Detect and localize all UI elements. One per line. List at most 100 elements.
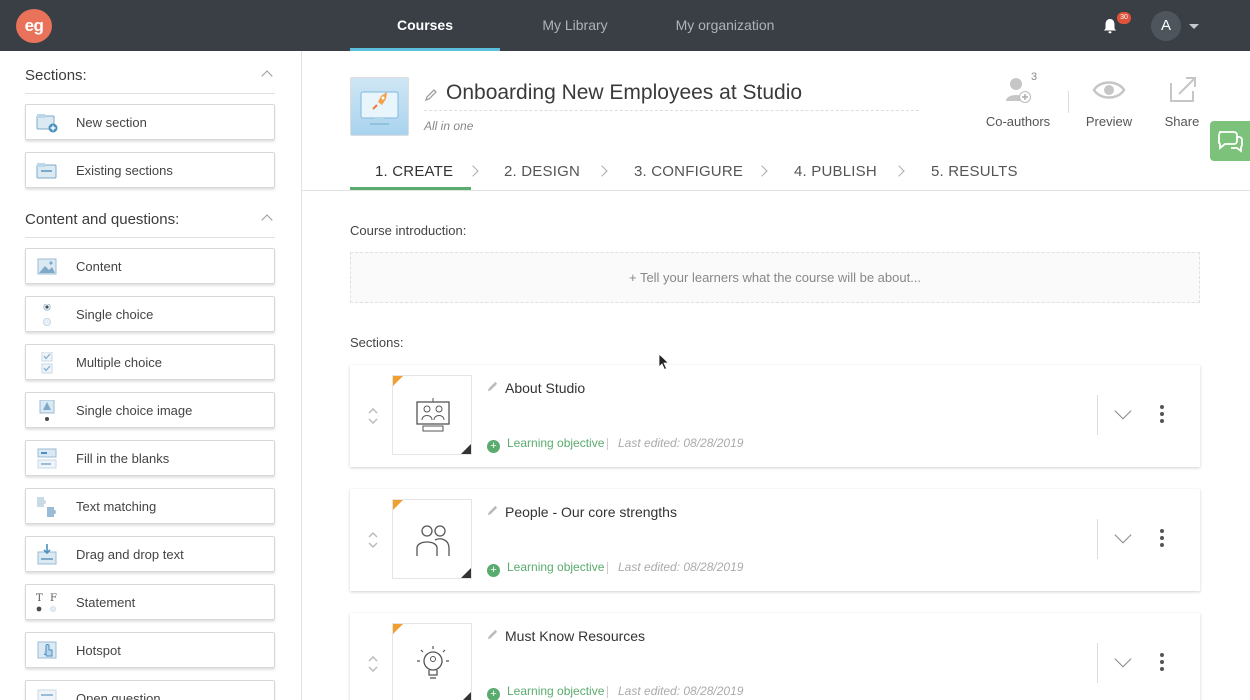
- drag-handle-icon[interactable]: [368, 655, 378, 673]
- more-options-icon[interactable]: [1156, 405, 1168, 425]
- sidebar-item-hotspot[interactable]: Hotspot: [25, 632, 275, 668]
- sidebar-item-label: Hotspot: [76, 643, 121, 658]
- course-thumbnail[interactable]: [350, 77, 409, 136]
- more-options-icon[interactable]: [1156, 529, 1168, 549]
- app-logo[interactable]: eg: [16, 9, 52, 43]
- preview-button[interactable]: Preview: [1082, 75, 1136, 129]
- preview-label: Preview: [1085, 114, 1133, 129]
- drag-handle-icon[interactable]: [368, 407, 378, 425]
- single-choice-image-icon: [39, 400, 55, 421]
- collapse-chevron-icon[interactable]: [261, 70, 273, 82]
- section-title[interactable]: Must Know Resources: [505, 628, 645, 644]
- learning-objective-label: Learning objective: [507, 684, 605, 698]
- expand-chevron-icon[interactable]: [1114, 526, 1132, 544]
- meta-divider: [607, 686, 608, 698]
- step-publish[interactable]: 4. PUBLISH: [794, 163, 877, 180]
- drag-handle-icon[interactable]: [368, 531, 378, 549]
- mouse-cursor-icon: [658, 353, 670, 371]
- learning-objective-link[interactable]: + Learning objective: [487, 436, 604, 453]
- step-arrow-icon: [756, 165, 768, 177]
- section-card[interactable]: Must Know Resources + Learning objective …: [350, 613, 1200, 700]
- content-questions-panel-header[interactable]: Content and questions:: [25, 198, 275, 238]
- sidebar-item-new-section[interactable]: New section: [25, 104, 275, 140]
- sidebar-item-open-question[interactable]: Open question: [25, 680, 275, 700]
- open-question-icon: [37, 689, 57, 700]
- edit-section-pencil-icon[interactable]: [486, 380, 499, 393]
- learning-objective-link[interactable]: + Learning objective: [487, 684, 604, 700]
- content-questions-panel-title: Content and questions:: [25, 211, 180, 228]
- section-thumbnail[interactable]: [392, 623, 472, 700]
- user-avatar[interactable]: A: [1151, 11, 1181, 41]
- sidebar-item-label: Fill in the blanks: [76, 451, 170, 466]
- learning-objective-link[interactable]: + Learning objective: [487, 560, 604, 577]
- add-objective-icon: +: [487, 688, 500, 700]
- expand-chevron-icon[interactable]: [1114, 402, 1132, 420]
- course-editor-main: Onboarding New Employees at Studio All i…: [302, 51, 1250, 700]
- single-choice-icon: [42, 304, 52, 326]
- section-title[interactable]: About Studio: [505, 380, 585, 396]
- steps-divider: [302, 190, 1250, 191]
- nav-tab-courses[interactable]: Courses: [350, 0, 500, 51]
- sidebar-item-label: Multiple choice: [76, 355, 162, 370]
- sidebar-item-label: Single choice: [76, 307, 154, 322]
- share-button[interactable]: Share: [1160, 75, 1204, 129]
- step-create[interactable]: 1. CREATE: [375, 163, 453, 180]
- last-edited-date: Last edited: 08/28/2019: [618, 684, 744, 698]
- section-card[interactable]: People - Our core strengths + Learning ob…: [350, 489, 1200, 591]
- sidebar-item-existing-sections[interactable]: Existing sections: [25, 152, 275, 188]
- top-navigation-bar: eg Courses My Library My organization 30…: [0, 0, 1250, 51]
- section-thumbnail[interactable]: [392, 375, 472, 455]
- element-library-sidebar: Sections: New section Existing sections …: [0, 51, 302, 700]
- edit-section-pencil-icon[interactable]: [486, 504, 499, 517]
- expand-chevron-icon[interactable]: [1114, 650, 1132, 668]
- user-menu-caret-icon[interactable]: [1189, 24, 1199, 29]
- sidebar-item-single-choice-image[interactable]: Single choice image: [25, 392, 275, 428]
- section-title[interactable]: People - Our core strengths: [505, 504, 677, 520]
- step-results[interactable]: 5. RESULTS: [931, 163, 1018, 180]
- sidebar-item-label: Content: [76, 259, 122, 274]
- nav-tab-my-organization[interactable]: My organization: [650, 0, 800, 51]
- course-title[interactable]: Onboarding New Employees at Studio: [446, 81, 802, 105]
- collapse-chevron-icon[interactable]: [261, 214, 273, 226]
- step-design[interactable]: 2. DESIGN: [504, 163, 580, 180]
- actions-divider: [1068, 91, 1069, 113]
- coauthors-label: Co-authors: [985, 114, 1051, 129]
- sidebar-item-drag-and-drop-text[interactable]: Drag and drop text: [25, 536, 275, 572]
- sidebar-item-label: Text matching: [76, 499, 157, 514]
- meta-divider: [607, 562, 608, 574]
- sidebar-item-single-choice[interactable]: Single choice: [25, 296, 275, 332]
- share-icon: [1170, 77, 1196, 102]
- chat-bubbles-icon: [1218, 131, 1243, 153]
- sidebar-item-text-matching[interactable]: Text matching: [25, 488, 275, 524]
- nav-tab-my-library[interactable]: My Library: [500, 0, 650, 51]
- text-matching-icon: [37, 497, 56, 517]
- lightbulb-icon: [417, 646, 449, 679]
- step-arrow-icon: [893, 165, 905, 177]
- sidebar-item-statement[interactable]: T F Statement: [25, 584, 275, 620]
- workflow-steps: 1. CREATE 2. DESIGN 3. CONFIGURE 4. PUBL…: [350, 151, 1200, 191]
- sidebar-item-label: Single choice image: [76, 403, 193, 418]
- coauthors-button[interactable]: Co-authors: [984, 75, 1052, 129]
- course-introduction-heading: Course introduction:: [350, 223, 467, 238]
- content-icon: [37, 258, 57, 275]
- edit-section-pencil-icon[interactable]: [486, 628, 499, 641]
- section-thumbnail[interactable]: [392, 499, 472, 579]
- chat-support-button[interactable]: [1210, 121, 1250, 161]
- step-configure[interactable]: 3. CONFIGURE: [634, 163, 743, 180]
- sidebar-item-fill-in-the-blanks[interactable]: Fill in the blanks: [25, 440, 275, 476]
- video-call-icon: [416, 398, 450, 432]
- course-introduction-add[interactable]: + Tell your learners what the course wil…: [350, 252, 1200, 303]
- step-arrow-icon: [467, 165, 479, 177]
- section-card[interactable]: About Studio + Learning objective Last ed…: [350, 365, 1200, 467]
- edit-title-pencil-icon[interactable]: [424, 88, 438, 102]
- coauthors-count: 3: [1031, 71, 1038, 83]
- meta-divider: [607, 438, 608, 450]
- sidebar-item-multiple-choice[interactable]: Multiple choice: [25, 344, 275, 380]
- more-options-icon[interactable]: [1156, 653, 1168, 673]
- add-objective-icon: +: [487, 564, 500, 577]
- people-icon: [416, 525, 450, 556]
- sections-panel-header[interactable]: Sections:: [25, 54, 275, 94]
- step-arrow-icon: [596, 165, 608, 177]
- hotspot-icon: [37, 641, 57, 659]
- sidebar-item-content[interactable]: Content: [25, 248, 275, 284]
